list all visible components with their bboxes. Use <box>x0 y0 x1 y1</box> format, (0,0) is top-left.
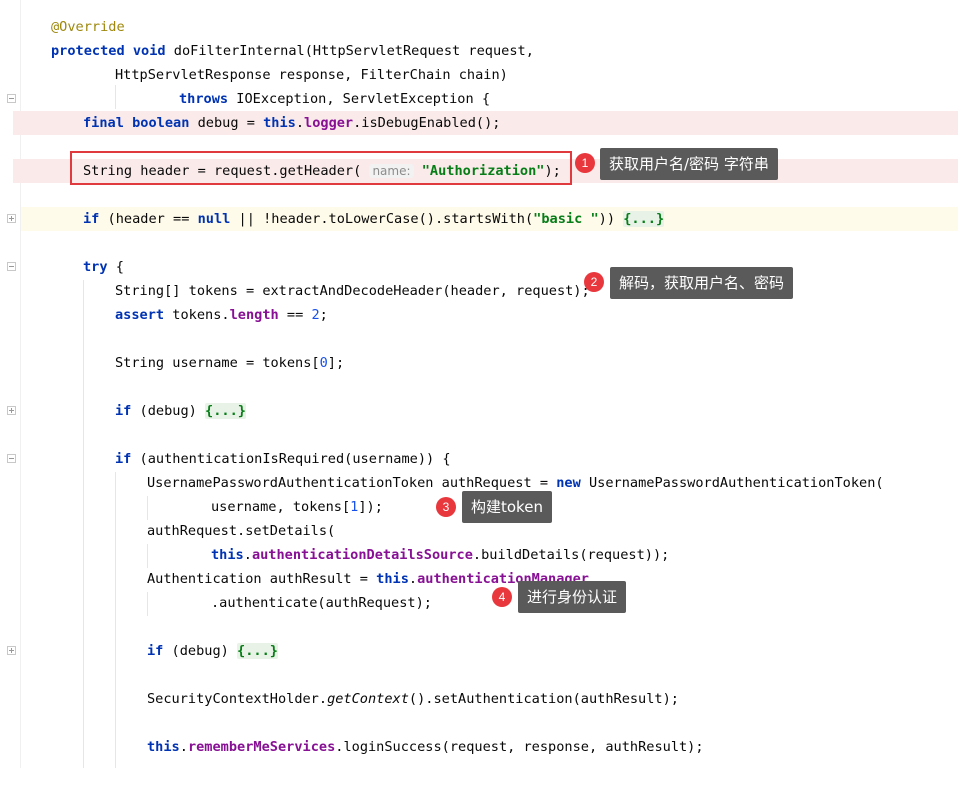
code-text: String username = tokens[0]; <box>115 355 345 371</box>
callout-label-3: 构建token <box>462 491 552 523</box>
folded-block[interactable]: {...} <box>237 643 278 659</box>
code-line-current: if (header == null || !header.toLowerCas… <box>21 207 958 231</box>
callout-badge-3: 3 <box>436 497 456 517</box>
callout-badge-2: 2 <box>584 272 604 292</box>
code-line: if (debug) {...} <box>0 399 958 423</box>
callout-badge-1: 1 <box>575 153 595 173</box>
code-text: this.rememberMeServices.loginSuccess(req… <box>147 739 704 755</box>
code-line: .authenticate(authRequest); <box>0 591 958 615</box>
annotation-override: @Override <box>51 19 125 35</box>
code-text: final boolean debug = this.logger.isDebu… <box>83 115 501 131</box>
folded-block[interactable]: {...} <box>205 403 246 419</box>
callout-badge-4: 4 <box>492 587 512 607</box>
code-line: throws IOException, ServletException { <box>0 87 958 111</box>
code-line: HttpServletResponse response, FilterChai… <box>0 63 958 87</box>
code-text: throws IOException, ServletException { <box>179 91 491 107</box>
code-line: String[] tokens = extractAndDecodeHeader… <box>0 279 958 303</box>
code-text: authRequest.setDetails( <box>147 523 336 539</box>
code-text: String[] tokens = extractAndDecodeHeader… <box>115 283 590 299</box>
code-line: try { <box>0 255 958 279</box>
code-line: if (debug) {...} <box>0 639 958 663</box>
code-text: username, tokens[1]); <box>211 499 383 515</box>
code-line: @Override <box>0 15 958 39</box>
callout-label-4: 进行身份认证 <box>518 581 627 613</box>
code-line: Authentication authResult = this.authent… <box>0 567 958 591</box>
code-text: HttpServletResponse response, FilterChai… <box>115 67 508 83</box>
callout-label-2: 解码，获取用户名、密码 <box>610 267 794 299</box>
folded-block[interactable]: {...} <box>623 211 665 227</box>
code-line: String username = tokens[0]; <box>0 351 958 375</box>
code-text: if (authenticationIsRequired(username)) … <box>115 451 451 467</box>
code-line: this.rememberMeServices.loginSuccess(req… <box>0 735 958 759</box>
code-text: SecurityContextHolder.getContext().setAu… <box>147 691 679 707</box>
code-line: assert tokens.length == 2; <box>0 303 958 327</box>
code-text: protected void doFilterInternal(HttpServ… <box>51 43 534 59</box>
code-line: this.authenticationDetailsSource.buildDe… <box>0 543 958 567</box>
code-text: if (debug) {...} <box>115 403 246 419</box>
code-text: if (header == null || !header.toLowerCas… <box>83 211 665 227</box>
code-line: protected void doFilterInternal(HttpServ… <box>0 39 958 63</box>
highlight-box <box>70 151 572 185</box>
code-line: SecurityContextHolder.getContext().setAu… <box>0 687 958 711</box>
callout-label-1: 获取用户名/密码 字符串 <box>600 148 778 180</box>
code-line: if (authenticationIsRequired(username)) … <box>0 447 958 471</box>
code-text: assert tokens.length == 2; <box>115 307 328 323</box>
code-line-breakpoint: final boolean debug = this.logger.isDebu… <box>13 111 958 135</box>
code-text: try { <box>83 259 124 275</box>
code-text: .authenticate(authRequest); <box>211 595 432 611</box>
code-text: if (debug) {...} <box>147 643 278 659</box>
code-text: this.authenticationDetailsSource.buildDe… <box>211 547 670 563</box>
